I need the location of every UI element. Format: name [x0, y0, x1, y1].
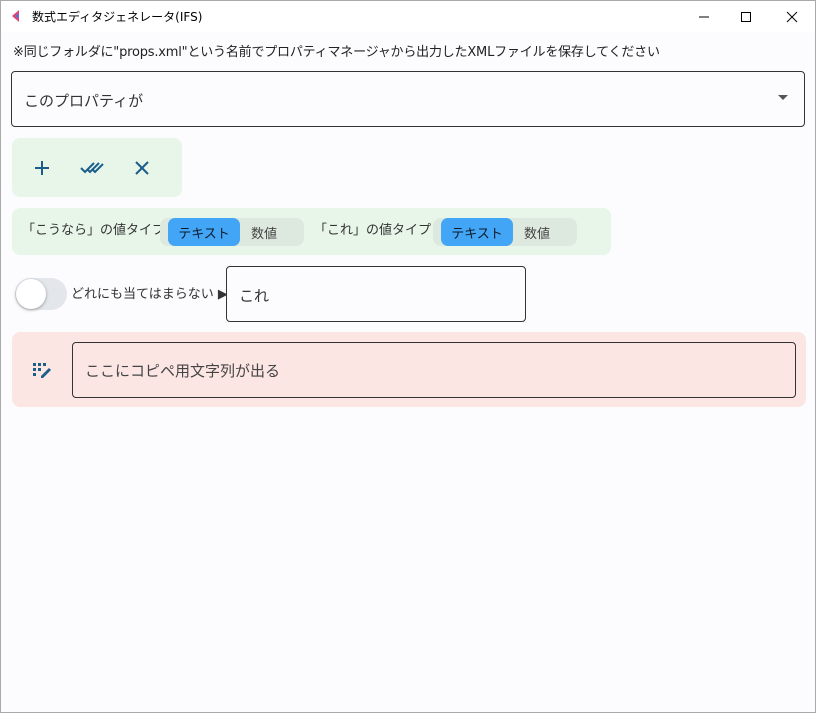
default-toggle[interactable]: [15, 278, 67, 310]
toggle-knob: [16, 279, 46, 309]
title-bar[interactable]: 数式エディタジェネレータ(IFS): [1, 1, 815, 32]
default-label: どれにも当てはまらない ▶: [71, 287, 228, 302]
if-type-selector: テキスト 数値: [160, 218, 304, 246]
value-types-panel: 「こうなら」の値タイプ： テキスト 数値 「これ」の値タイプ： テキスト 数値: [12, 208, 611, 255]
copy-button[interactable]: [30, 352, 54, 388]
default-value-input[interactable]: これ: [226, 266, 526, 322]
maximize-icon: [741, 11, 751, 22]
app-window: 数式エディタジェネレータ(IFS) ※同じフォルダに"props.xml"という…: [0, 0, 816, 713]
output-field[interactable]: ここにコピペ用文字列が出る: [72, 342, 796, 398]
plus-icon: [35, 161, 49, 175]
minimize-button[interactable]: [681, 1, 727, 32]
copy-format-icon: [33, 363, 51, 378]
then-type-number-option[interactable]: 数値: [501, 218, 573, 246]
app-logo-icon: [12, 10, 19, 22]
default-value-text: これ: [239, 287, 270, 305]
notice-text: ※同じフォルダに"props.xml"という名前でプロパティマネージャから出力し…: [13, 45, 660, 60]
close-icon: [135, 161, 149, 175]
add-button[interactable]: [25, 151, 59, 185]
double-check-icon: [80, 162, 104, 174]
validate-button[interactable]: [75, 151, 109, 185]
maximize-button[interactable]: [723, 1, 769, 32]
if-type-label: 「こうなら」の値タイプ：: [22, 223, 179, 238]
output-panel: ここにコピペ用文字列が出る: [12, 332, 806, 407]
condition-toolbar: [12, 138, 182, 197]
output-placeholder: ここにコピペ用文字列が出る: [85, 362, 281, 380]
close-window-button[interactable]: [769, 1, 815, 32]
property-select-value: このプロパティが: [24, 92, 144, 110]
close-window-icon: [786, 11, 798, 22]
then-type-label: 「これ」の値タイプ：: [314, 223, 445, 238]
minimize-icon: [699, 16, 709, 17]
if-type-number-option[interactable]: 数値: [228, 218, 300, 246]
clear-button[interactable]: [125, 151, 159, 185]
then-type-selector: テキスト 数値: [433, 218, 577, 246]
property-select[interactable]: このプロパティが: [11, 71, 805, 127]
dropdown-arrow-icon: [778, 95, 788, 100]
window-title: 数式エディタジェネレータ(IFS): [32, 10, 203, 24]
